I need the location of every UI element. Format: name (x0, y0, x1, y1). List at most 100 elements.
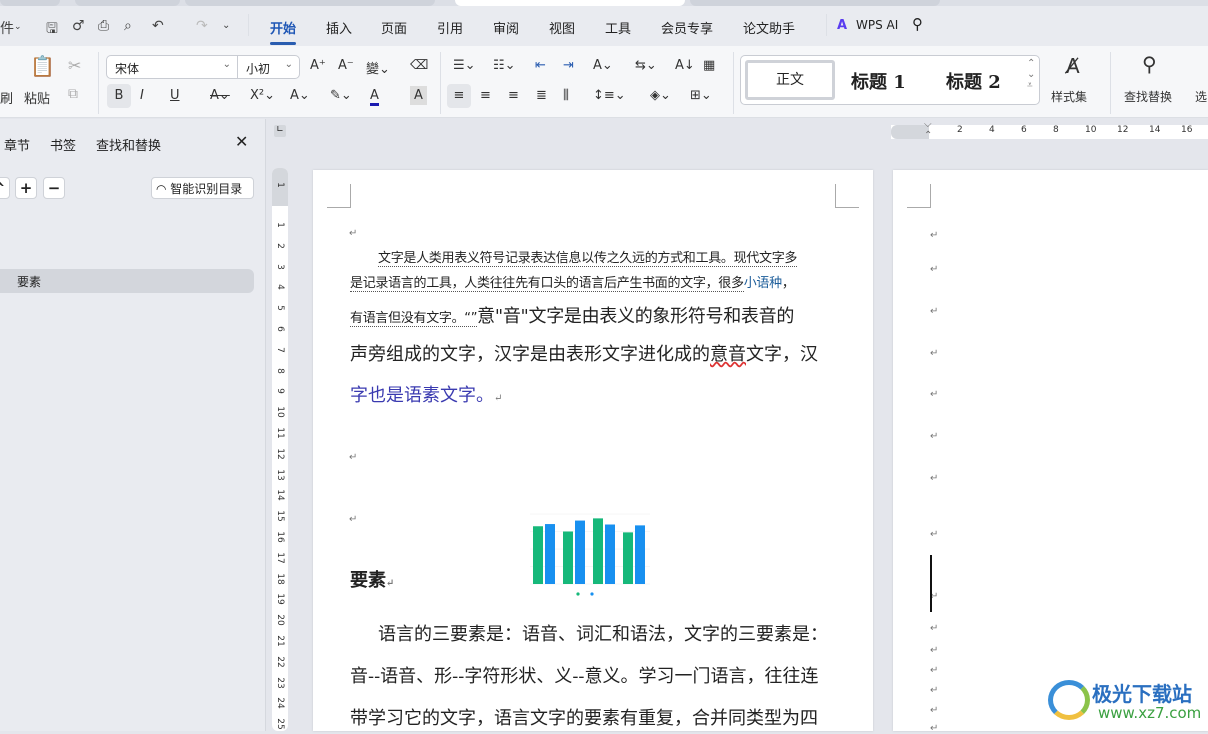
file-menu[interactable]: 件 (0, 18, 14, 38)
borders-icon[interactable]: ⊞⌄ (690, 88, 712, 103)
decrease-indent-icon[interactable]: ⇤ (535, 58, 546, 73)
align-right-icon[interactable]: ≡ (508, 88, 519, 103)
tab-chapters[interactable]: 章节 (4, 135, 30, 154)
bullet-list-icon[interactable]: ☰⌄ (453, 58, 476, 73)
paste-button[interactable]: 粘贴 (24, 88, 50, 107)
spellcheck-text[interactable]: 意音 (710, 344, 746, 365)
format-painter-button[interactable]: 刷 (0, 88, 13, 107)
numbered-list-icon[interactable]: ☷⌄ (493, 58, 516, 73)
close-icon[interactable]: ✕ (235, 132, 248, 151)
wps-ai-button[interactable]: WPS AI (856, 18, 898, 32)
increase-indent-icon[interactable]: ⇥ (563, 58, 574, 73)
text-direction-icon[interactable]: ⇆⌄ (635, 58, 657, 73)
tab-view[interactable]: 视图 (549, 18, 575, 37)
menu-bar: 件 ⌄ 🖫 ♂ ⎙ ⌕ ↶ ↷ ⌄ 开始 插入 页面 引用 审阅 视图 工具 会… (0, 6, 1208, 46)
collapse-button[interactable]: ^ (0, 177, 10, 199)
link-text[interactable]: 小语种 (744, 276, 782, 291)
body-text: 意"音"文字是由表义的象形符号和表音的 (477, 306, 795, 327)
ruler-number: 23 (275, 676, 285, 689)
italic-button[interactable]: I (140, 88, 144, 103)
text-effect-icon[interactable]: A⌄ (290, 88, 310, 103)
style-heading-1[interactable]: 标题 1 (851, 68, 906, 94)
distribute-icon[interactable]: ⫼ (563, 88, 569, 103)
paste-icon[interactable]: 📋 (30, 54, 55, 78)
shading-icon[interactable]: ◈⌄ (650, 88, 671, 103)
underline-button[interactable]: U (170, 88, 180, 103)
align-left-button[interactable]: ≡ (447, 84, 471, 108)
tab-thesis-assistant[interactable]: 论文助手 (743, 18, 795, 37)
style-set-icon[interactable]: A̸ (1066, 54, 1080, 78)
line-spacing-icon[interactable]: ↕≡⌄ (593, 88, 626, 103)
paragraph-mark: ↵ (930, 529, 939, 540)
tab-insert[interactable]: 插入 (326, 18, 352, 37)
ruler-number: 10 (275, 406, 285, 418)
outline-item[interactable]: 要素 (0, 269, 254, 293)
font-color-icon[interactable]: A (370, 88, 379, 106)
tab-page[interactable]: 页面 (381, 18, 407, 37)
strikethrough-icon[interactable]: A⌄ (210, 88, 230, 103)
find-icon[interactable]: ⚲ (1142, 52, 1157, 76)
print-preview-icon[interactable]: ⌕ (124, 18, 132, 34)
tab-bookmarks[interactable]: 书签 (50, 135, 76, 154)
ruler-number: 13 (275, 468, 285, 481)
document-page-2[interactable]: ↵ ↵ ↵ ↵ ↵ ↵ ↵ ↵ ↵ ↵ ↵ ↵ ↵ ↵ ↵ (893, 170, 1208, 734)
ruler-number: 6 (275, 326, 285, 332)
save-icon[interactable]: 🖫 (46, 18, 58, 42)
highlight-icon[interactable]: ✎⌄ (330, 88, 352, 103)
tab-references[interactable]: 引用 (437, 18, 463, 37)
copy-icon[interactable]: ⧉ (68, 86, 78, 102)
paragraph-mark: ↵ (930, 685, 939, 696)
document-page-1[interactable]: ↵ 文字是人类用表义符号记录表达信息以传之久远的方式和工具。现代文字多 是记录语… (313, 170, 873, 731)
bold-button[interactable]: B (107, 84, 131, 108)
chinese-layout-icon[interactable]: A⌄ (593, 58, 613, 73)
font-size-select[interactable]: 小初 ⌄ (237, 55, 300, 79)
redo-icon[interactable]: ↷ (196, 18, 208, 34)
table-grid-icon[interactable]: ▦ (703, 58, 715, 73)
search-icon[interactable]: ⚲ (912, 15, 923, 33)
add-level-button[interactable]: + (15, 177, 37, 199)
paragraph-mark: ↵ (930, 645, 939, 656)
ruler-number: 24 (275, 697, 285, 710)
chevron-down-icon[interactable]: ⌄ (14, 22, 22, 32)
grow-font-icon[interactable]: A⁺ (310, 58, 326, 73)
gallery-scroll-icon[interactable]: ⌃ ⌄ ⩡ (1027, 58, 1035, 91)
font-name-select[interactable]: 宋体 ⌄ (106, 55, 238, 79)
undo-icon[interactable]: ↶ (152, 18, 164, 34)
style-set-button[interactable]: 样式集 (1051, 88, 1087, 105)
superscript-icon[interactable]: X²⌄ (250, 88, 275, 103)
justify-icon[interactable]: ≣ (536, 88, 547, 103)
find-replace-button[interactable]: 查找替换 (1124, 88, 1172, 105)
print-icon[interactable]: ⎙ (98, 18, 109, 34)
ruler-number: 4 (989, 125, 995, 135)
shrink-font-icon[interactable]: A⁻ (338, 58, 354, 73)
style-normal[interactable]: 正文 (745, 60, 835, 100)
tab-stop-selector[interactable]: ∟ (274, 125, 286, 137)
smart-toc-button[interactable]: ◠ 智能识别目录 (151, 177, 254, 199)
align-center-icon[interactable]: ≡ (480, 88, 491, 103)
ruler-number: 21 (275, 635, 285, 647)
ruler-number: 10 (1085, 125, 1097, 135)
ruler-number: 3 (275, 263, 285, 270)
remove-level-button[interactable]: − (43, 177, 65, 199)
sort-icon[interactable]: A↓ (675, 58, 695, 73)
pinyin-icon[interactable]: 變⌄ (366, 58, 390, 77)
indent-marker[interactable]: ⌵ ⌃ (924, 119, 932, 141)
tab-tools[interactable]: 工具 (605, 18, 631, 37)
share-icon[interactable]: ♂ (72, 18, 85, 34)
select-button[interactable]: 选 (1195, 88, 1207, 105)
section-heading: 要素 (350, 570, 386, 591)
body-text: 声旁组成的文字，汉字是由表形文字进化成的 (350, 344, 710, 365)
char-shading-icon[interactable]: A (410, 86, 427, 105)
tab-review[interactable]: 审阅 (493, 18, 519, 37)
style-heading-2[interactable]: 标题 2 (946, 68, 1001, 94)
tab-home[interactable]: 开始 (270, 18, 297, 45)
ruler-number: 12 (1117, 125, 1129, 135)
cut-icon[interactable]: ✂ (68, 56, 81, 75)
clear-format-icon[interactable]: ⌫ (410, 58, 428, 73)
tab-find-replace[interactable]: 查找和替换 (96, 135, 161, 154)
ruler-number: 5 (275, 305, 285, 312)
more-chevron-icon[interactable]: ⌄ (222, 20, 230, 31)
bar-chart[interactable] (528, 510, 658, 600)
tab-member[interactable]: 会员专享 (661, 18, 713, 37)
bar-series2 (635, 525, 645, 584)
